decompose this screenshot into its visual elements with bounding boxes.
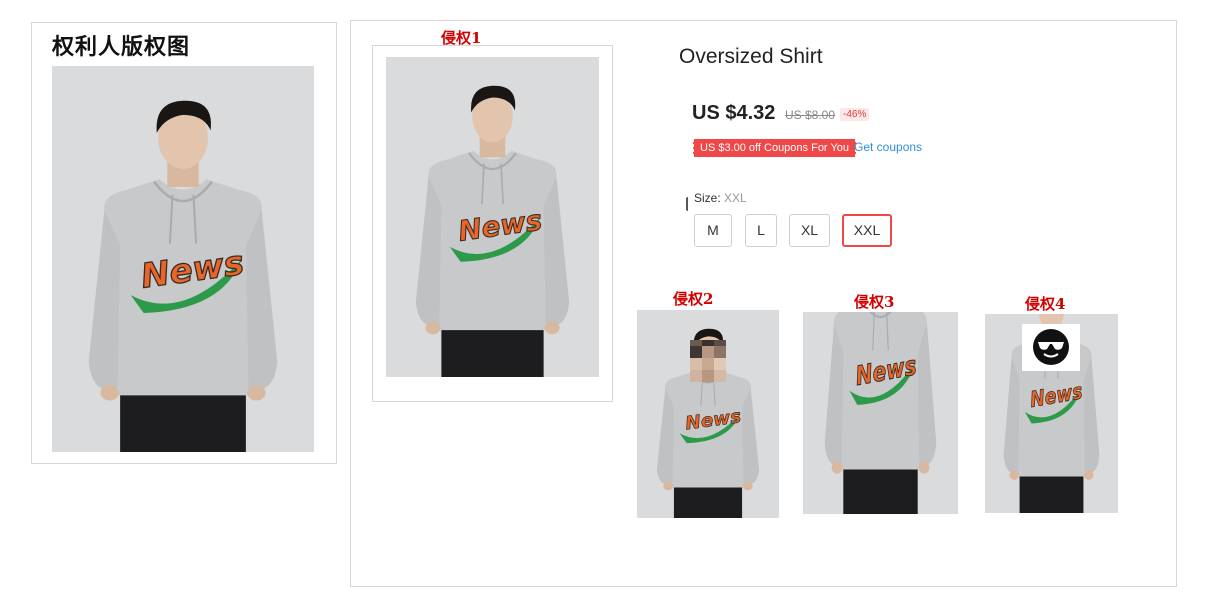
discount-badge: -46%	[840, 108, 870, 121]
infringement-label-3: 侵权3	[854, 293, 895, 311]
get-coupons-link[interactable]: Get coupons	[854, 140, 922, 154]
size-button-xxl[interactable]: XXL	[842, 214, 892, 247]
size-button-l[interactable]: L	[745, 214, 777, 247]
size-label: Size:	[694, 191, 721, 205]
infringement-photo-3: News	[803, 312, 958, 514]
product-title: Oversized Shirt	[679, 45, 823, 68]
current-price: US $4.32	[692, 102, 776, 124]
sunglasses-face-icon	[1033, 329, 1069, 365]
rights-holder-title: 权利人版权图	[52, 35, 191, 60]
infringement-photo-4: News	[985, 314, 1118, 513]
size-marker-icon	[686, 197, 691, 211]
original-price: US $8.00	[785, 108, 836, 122]
emoji-overlay	[1022, 324, 1080, 371]
size-value: XXL	[724, 191, 747, 205]
size-button-m[interactable]: M	[694, 214, 732, 247]
pixelated-face-icon	[690, 340, 726, 382]
listing-main-photo[interactable]: News	[386, 57, 599, 377]
coupon-tag[interactable]: US $3.00 off Coupons For You	[693, 139, 857, 157]
size-button-xl[interactable]: XL	[789, 214, 830, 247]
infringement-label-2: 侵权2	[673, 290, 714, 308]
size-row: Size: XXL	[694, 191, 747, 205]
rights-holder-photo: News	[52, 66, 314, 452]
infringement-photo-2: News	[637, 310, 779, 518]
infringement-label-4: 侵权4	[1025, 295, 1066, 313]
